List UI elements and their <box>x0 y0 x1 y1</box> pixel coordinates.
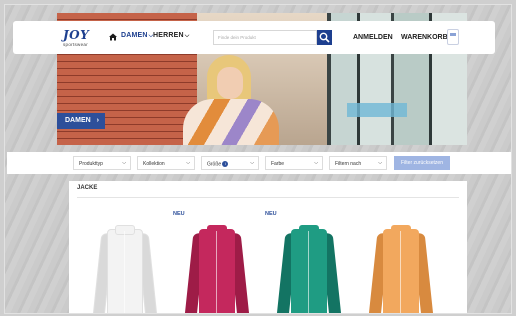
cart-link[interactable]: WARENKORB <box>401 34 448 41</box>
product-card-4[interactable] <box>359 205 439 313</box>
hero-damen-label: DAMEN <box>65 117 91 124</box>
chevron-down-icon: ⌵ <box>186 160 190 166</box>
product-card-1[interactable] <box>83 205 163 313</box>
new-badge: NEU <box>265 211 277 217</box>
hero-model-image <box>177 49 287 145</box>
chevron-down-icon: ⌵ <box>122 160 126 166</box>
cart-icon[interactable] <box>447 29 459 45</box>
new-badge: NEU <box>173 211 185 217</box>
login-link[interactable]: ANMELDEN <box>353 34 393 41</box>
search-icon[interactable] <box>317 30 332 45</box>
product-panel: JACKE NEU NEU <box>69 181 467 313</box>
chevron-down-icon: ⌵ <box>378 160 382 166</box>
product-image[interactable] <box>276 225 342 313</box>
joy-logo[interactable]: JOY sportswear <box>63 26 103 48</box>
filter-produkttyp[interactable]: Produkttyp ⌵ <box>73 156 131 170</box>
filter-filtern-nach[interactable]: Filtern nach ⌵ <box>329 156 387 170</box>
chevron-down-icon: ⌵ <box>250 160 254 166</box>
chevron-down-icon: ⌵ <box>314 160 318 166</box>
home-icon[interactable] <box>109 33 117 41</box>
search-input[interactable]: Finde dein Produkt <box>213 30 317 45</box>
product-card-3[interactable]: NEU <box>265 205 347 313</box>
product-card-2[interactable]: NEU <box>173 205 255 313</box>
filter-groesse[interactable]: Größe i ⌵ <box>201 156 259 170</box>
product-image[interactable] <box>184 225 250 313</box>
site-header: JOY sportswear DAMEN⌵ HERREN⌵ Finde dein… <box>13 21 495 54</box>
product-image[interactable] <box>92 225 158 313</box>
hero-pool <box>347 103 407 117</box>
product-image[interactable] <box>368 225 434 313</box>
chevron-down-icon: ⌵ <box>184 33 190 39</box>
reset-filters-button[interactable]: Filter zurücksetzen <box>394 156 450 170</box>
nav-item-damen[interactable]: DAMEN⌵ <box>121 32 153 40</box>
divider <box>77 197 459 198</box>
filter-kollektion[interactable]: Kollektion ⌵ <box>137 156 195 170</box>
filter-bar: Produkttyp ⌵ Kollektion ⌵ Größe i ⌵ Farbe ⌵ F… <box>7 152 511 174</box>
info-icon[interactable]: i <box>222 161 229 167</box>
category-title: JACKE <box>77 185 98 191</box>
chevron-right-icon: › <box>96 117 99 124</box>
hero-damen-link[interactable]: DAMEN › <box>57 113 105 129</box>
page-frame: DAMEN › JOY sportswear DAMEN⌵ HERREN⌵ Fi… <box>4 4 512 314</box>
nav-item-herren[interactable]: HERREN⌵ <box>153 32 190 40</box>
filter-farbe[interactable]: Farbe ⌵ <box>265 156 323 170</box>
